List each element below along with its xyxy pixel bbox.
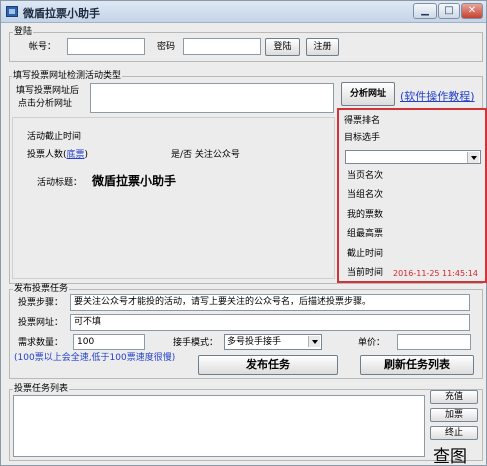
chevron-down-icon[interactable] xyxy=(308,336,320,347)
current-time-value: 2016-11-25 11:45:14 xyxy=(393,269,478,278)
quantity-input[interactable]: 100 xyxy=(73,334,145,350)
password-input[interactable] xyxy=(183,38,261,55)
minimize-button[interactable]: ▁ xyxy=(413,3,437,19)
task-list-area[interactable] xyxy=(13,395,425,457)
target-player-select[interactable] xyxy=(345,150,481,164)
tutorial-link[interactable]: (软件操作教程) xyxy=(400,88,475,104)
voters-close: ) xyxy=(84,150,89,160)
price-input[interactable] xyxy=(397,334,471,350)
current-time-label: 当前时间 xyxy=(347,268,384,278)
refresh-task-list-button[interactable]: 刷新任务列表 xyxy=(360,355,474,375)
activity-title-label: 活动标题： xyxy=(37,178,83,188)
speed-note: (100票以上会全速,低于100票速度很慢) xyxy=(14,353,176,363)
mode-select[interactable]: 多号投手接手 xyxy=(224,334,322,350)
group-rank-label: 当组名次 xyxy=(347,190,384,200)
task-url-label: 投票网址： xyxy=(18,318,64,328)
url-legend: 填写投票网址检测活动类型 xyxy=(12,71,123,81)
publish-legend: 发布投票任务 xyxy=(13,284,70,294)
deadline-time-label: 截止时间 xyxy=(347,249,384,259)
vote-url-input[interactable] xyxy=(90,83,334,113)
register-button[interactable]: 注册 xyxy=(306,38,339,56)
my-votes-label: 我的票数 xyxy=(347,210,384,220)
follow-account-label: 是/否 关注公众号 xyxy=(171,150,240,160)
analyze-url-button[interactable]: 分析网址 xyxy=(341,82,395,106)
account-label: 帐号： xyxy=(29,42,57,52)
activity-title-value: 微盾拉票小助手 xyxy=(92,174,177,188)
group-max-votes-label: 组最高票 xyxy=(347,229,384,239)
mode-value: 多号投手接手 xyxy=(227,337,282,347)
terminate-button[interactable]: 终止 xyxy=(430,426,478,440)
price-label: 单价： xyxy=(358,338,386,348)
ranking-panel: 得票排名 目标选手 当页名次 当组名次 我的票数 组最高票 截止时间 当前时间 … xyxy=(337,108,487,283)
caption-text: 查图 xyxy=(433,447,467,466)
steps-label: 投票步骤： xyxy=(18,298,64,308)
task-url-input[interactable]: 可不填 xyxy=(70,314,470,331)
quantity-label: 需求数量： xyxy=(18,338,64,348)
add-votes-button[interactable]: 加票 xyxy=(430,408,478,422)
title-bar[interactable]: 微盾拉票小助手 ▁ □ ✕ xyxy=(1,1,486,23)
steps-input[interactable]: 要关注公众号才能投的活动，请写上要关注的公众号名，后描述投票步骤。 xyxy=(70,294,470,311)
maximize-button[interactable]: □ xyxy=(438,3,460,19)
recharge-button[interactable]: 充值 xyxy=(430,390,478,404)
publish-task-button[interactable]: 发布任务 xyxy=(198,355,338,375)
main-window: 微盾拉票小助手 ▁ □ ✕ 登陆 帐号： 密码 登陆 注册 填写投票网址检测活动… xyxy=(0,0,487,466)
url-hint-line1: 填写投票网址后 xyxy=(16,86,80,96)
target-player-label: 目标选手 xyxy=(344,133,381,143)
chevron-down-icon[interactable] xyxy=(467,152,479,163)
bottom-votes-link[interactable]: 底票 xyxy=(67,150,85,160)
login-button[interactable]: 登陆 xyxy=(265,38,300,56)
account-input[interactable] xyxy=(67,38,145,55)
voters-row: 投票人数(底票) xyxy=(27,150,88,161)
page-rank-label: 当页名次 xyxy=(347,171,384,181)
password-label: 密码 xyxy=(157,42,176,52)
close-button[interactable]: ✕ xyxy=(461,3,483,19)
ranking-legend: 得票排名 xyxy=(344,116,381,126)
voters-label: 投票人数( xyxy=(27,150,67,160)
task-list-legend: 投票任务列表 xyxy=(13,384,70,394)
login-legend: 登陆 xyxy=(13,27,34,37)
app-window-icon xyxy=(6,6,18,17)
deadline-label: 活动截止时间 xyxy=(27,132,82,142)
mode-label: 接手模式： xyxy=(173,338,219,348)
window-title: 微盾拉票小助手 xyxy=(23,7,100,20)
url-hint-line2: 点击分析网址 xyxy=(18,99,73,109)
